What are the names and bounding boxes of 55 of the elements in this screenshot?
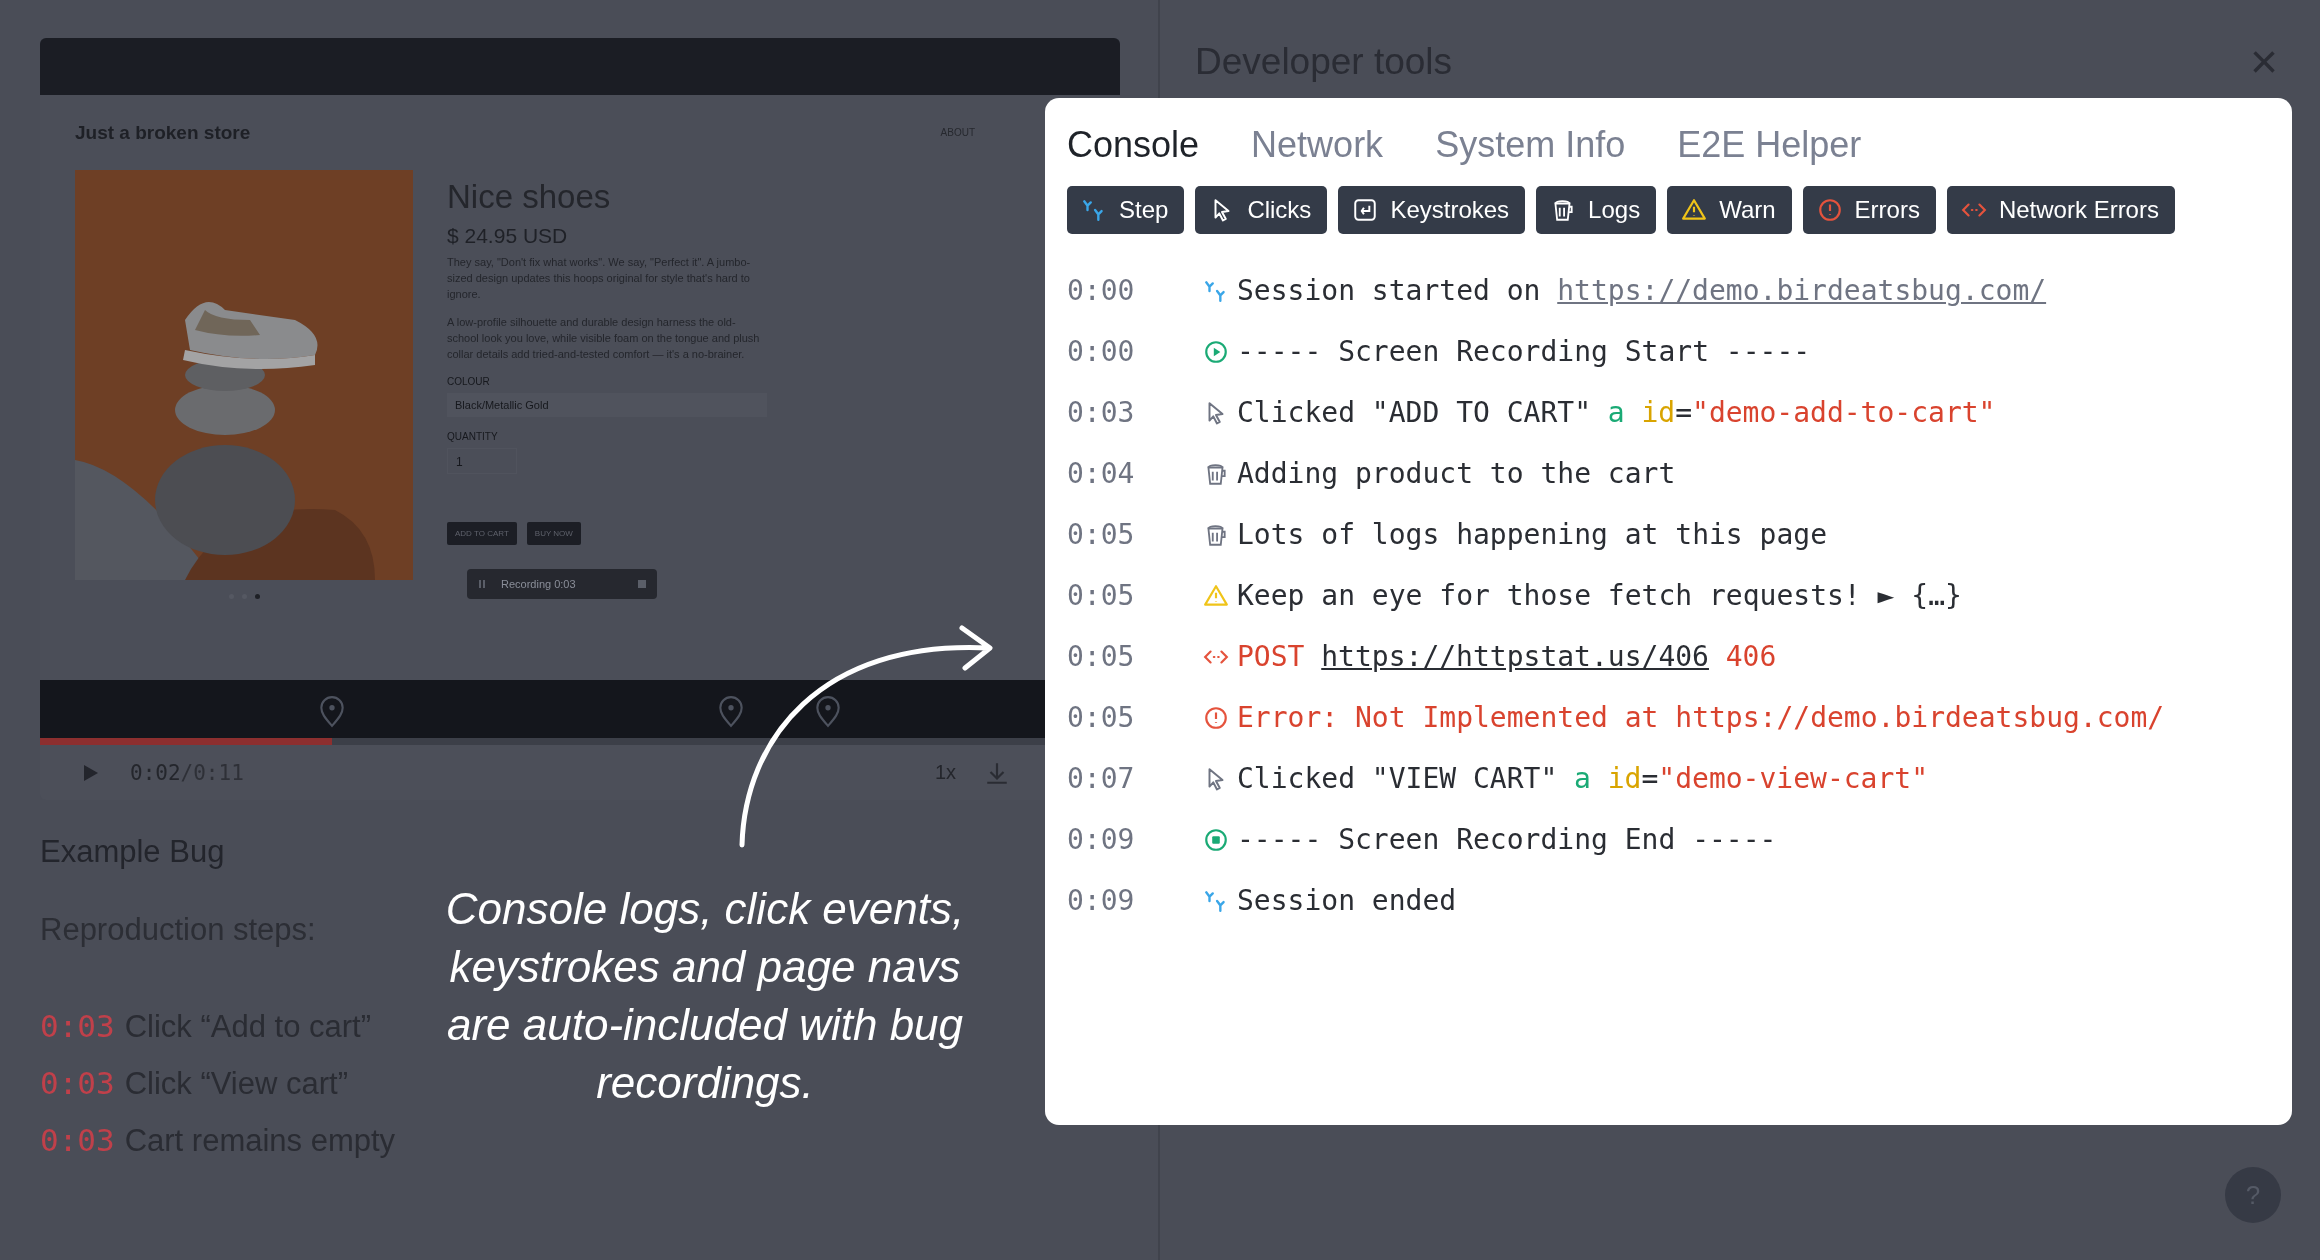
colour-select[interactable]: Black/Metallic Gold [447,393,767,417]
timestamp: 0:09 [1067,884,1136,917]
field-label: QUANTITY [447,431,499,442]
play-circle-icon [1203,338,1229,365]
link[interactable]: https://demo.birdeatsbug.com/ [1557,274,2047,307]
timestamp: 0:00 [1067,274,1136,307]
timestamp: 0:07 [1067,762,1136,795]
warning-icon [1203,582,1229,609]
log-message: Clicked "VIEW CART" a id="demo-view-cart" [1237,762,1929,795]
tab[interactable]: Console [1067,124,1200,166]
stop-icon[interactable] [637,579,647,589]
store-button[interactable]: ADD TO CART [447,522,517,545]
log-message: Error: Not Implemented at https://demo.birdeatsbug.com/ [1237,701,2165,734]
alert-circle-icon [1816,197,1843,223]
tab[interactable]: Network [1251,124,1384,166]
filter-button[interactable]: Logs [1536,186,1657,234]
stop-circle-icon [1203,826,1229,853]
quantity-field[interactable]: 1 [447,448,517,474]
log-message: Session ended [1237,884,1457,917]
log-message: POST https://httpstat.us/406 406 [1237,640,1777,673]
tab[interactable]: System Info [1435,124,1626,166]
log-message: Session started on https://demo.birdeatsbug.com/ [1237,274,2047,307]
timestamp: 0:04 [1067,457,1136,490]
marker-pin-icon[interactable] [718,696,745,728]
filter-button[interactable]: Keystrokes [1338,186,1526,234]
pause-icon[interactable] [477,579,487,589]
log-message: Adding product to the cart [1237,457,1676,490]
timestamp: 0:00 [1067,335,1136,368]
log-message: Lots of logs happening at this page [1237,518,1827,551]
annotation-text: Console logs, click events, keystrokes and page navs are auto-included with bug recordings. [444,883,966,1109]
timestamp: 0:05 [1067,701,1136,734]
carousel-dot[interactable] [254,594,260,599]
filter-button[interactable]: Network Errors [1946,186,2175,234]
link[interactable]: https://httpstat.us/406 [1321,640,1709,673]
timestamp: 0:05 [1067,579,1136,612]
marker-pin-icon[interactable] [815,696,842,728]
alert-circle-icon [1203,704,1229,731]
filter-button[interactable]: Errors [1802,186,1936,234]
filter-button[interactable]: Step [1067,186,1185,234]
log-message: ----- Screen Recording End ----- [1237,823,1777,856]
marker-pin-icon[interactable] [318,696,345,728]
filter-button[interactable]: Clicks [1195,186,1328,234]
tab[interactable]: E2E Helper [1677,124,1862,166]
timestamp: 0:03 [1067,396,1136,429]
timestamp: 0:09 [1067,823,1136,856]
field-label: COLOUR [447,376,491,387]
log-message: Keep an eye for those fetch requests! ► {…} [1237,579,1962,612]
log-message: Clicked "ADD TO CART" a id="demo-add-to-cart" [1237,396,1996,429]
timestamp: 0:05 [1067,518,1136,551]
warning-icon [1681,197,1708,223]
recording-time: Recording 0:03 [501,578,577,590]
enter-key-icon [1352,197,1379,223]
filter-button[interactable]: Warn [1667,186,1792,234]
timestamp: 0:05 [1067,640,1136,673]
log-message: ----- Screen Recording Start ----- [1237,335,1811,368]
